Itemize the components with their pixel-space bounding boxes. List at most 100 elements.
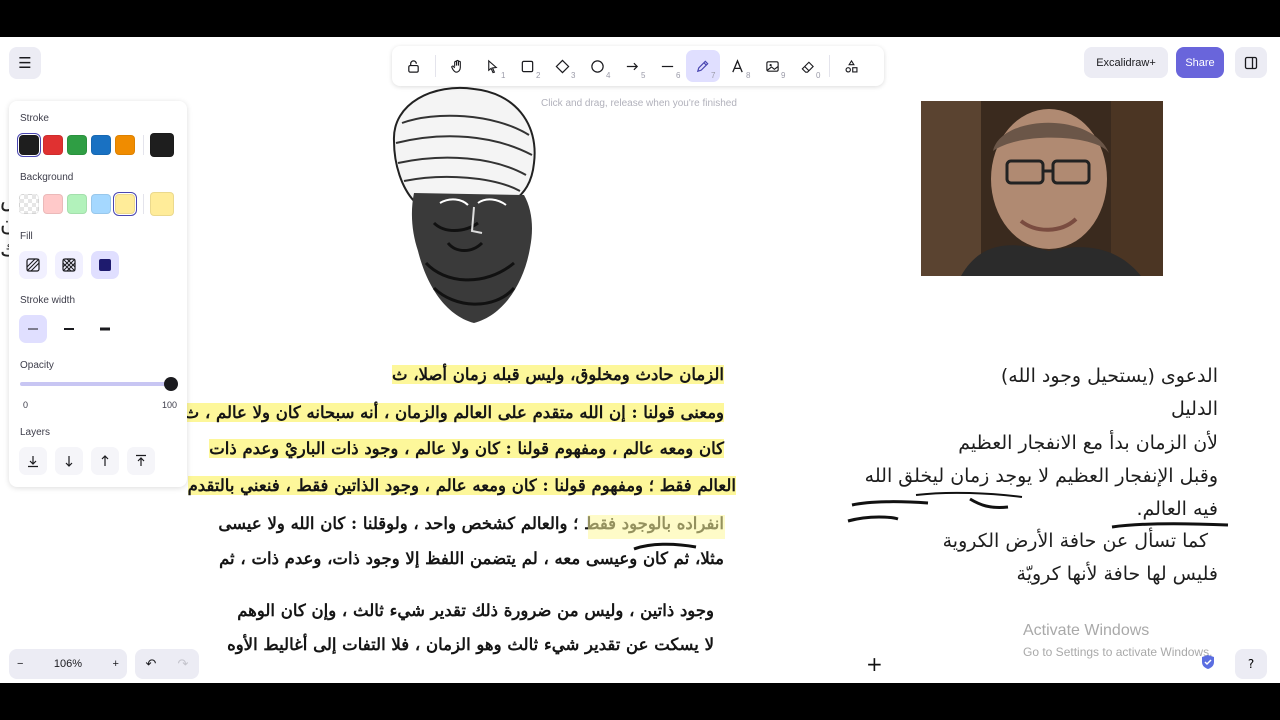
zoom-out-button[interactable]: − (17, 658, 23, 670)
highlight-mark (588, 515, 725, 539)
stroke-swatch-green[interactable] (67, 135, 87, 155)
arrow-up-icon (101, 455, 109, 466)
excalidraw-plus-button[interactable]: Excalidraw+ (1084, 47, 1168, 78)
extra-tools-button[interactable] (835, 50, 869, 82)
zoom-in-button[interactable]: + (113, 658, 119, 670)
arrow-down-icon (65, 456, 73, 467)
diamond-tool-button[interactable]: 3 (546, 50, 580, 82)
background-color-row (19, 192, 178, 216)
question-mark-icon: ? (1247, 657, 1255, 671)
send-to-back-icon (28, 456, 38, 468)
tool-shortcut-number: 4 (606, 71, 611, 80)
background-swatch-pink[interactable] (43, 194, 63, 214)
background-swatch-green[interactable] (67, 194, 87, 214)
opacity-max-label: 100 (162, 400, 178, 410)
tool-shortcut-number: 6 (676, 71, 681, 80)
help-button[interactable]: ? (1235, 649, 1267, 679)
selection-tool-button[interactable]: 1 (476, 50, 510, 82)
opacity-slider-track[interactable] (20, 382, 178, 386)
toolbar-divider (435, 55, 436, 77)
activate-windows-title: Activate Windows (1023, 622, 1150, 639)
scan-line-text: كان ومعه عالم ، ومفهوم قولنا : كان ولا ع… (209, 439, 724, 458)
shield-icon (1201, 654, 1215, 670)
rectangle-icon (521, 60, 534, 72)
scan-line-4: العالم فقط ؛ ومفهوم قولنا : كان ومعه عال… (187, 476, 736, 495)
opacity-min-label: 0 (23, 400, 29, 410)
stroke-width-extra-bold-button[interactable] (91, 315, 119, 343)
circle-icon (591, 59, 604, 73)
scan-line-2: ومعنى قولنا : إن الله متقدم على العالم و… (183, 403, 724, 422)
hamburger-icon: ☰ (18, 54, 32, 72)
fill-style-row (19, 251, 127, 279)
stroke-swatch-red[interactable] (43, 135, 63, 155)
lock-icon (408, 59, 419, 73)
library-sidebar-button[interactable] (1235, 47, 1267, 78)
activate-windows-subtitle: Go to Settings to activate Windows. (1023, 645, 1213, 659)
rectangle-tool-button[interactable]: 2 (511, 50, 545, 82)
fill-hachure-button[interactable] (19, 251, 47, 279)
properties-panel: Stroke Background Fill Stroke width Opac… (9, 101, 187, 487)
send-to-back-button[interactable] (19, 447, 47, 475)
eraser-tool-button[interactable]: 0 (791, 50, 825, 82)
ellipse-tool-button[interactable]: 4 (581, 50, 615, 82)
toolbar-divider (829, 55, 830, 77)
scan-line-8: لا يسكت عن تقدير شيء ثالث وهو الزمان ، ف… (227, 635, 714, 654)
arrow-tool-button[interactable]: 5 (616, 50, 650, 82)
send-backward-button[interactable] (55, 447, 83, 475)
scan-line-7: وجود ذاتين ، وليس من ضرورة ذلك تقدير شيء… (237, 601, 714, 620)
stroke-width-thin-button[interactable] (19, 315, 47, 343)
tool-shortcut-number: 2 (536, 71, 541, 80)
share-button[interactable]: Share (1176, 47, 1224, 78)
tool-shortcut-number: 7 (711, 71, 716, 80)
bring-forward-button[interactable] (91, 447, 119, 475)
tool-shortcut-number: 1 (501, 71, 506, 80)
scan-line-1: الزمان حادث ومخلوق، وليس قبله زمان أصلا،… (391, 365, 724, 384)
main-menu-button[interactable]: ☰ (9, 47, 41, 79)
background-swatch-yellow[interactable] (113, 192, 137, 216)
scan-line-text: وجود ذاتين ، وليس من ضرورة ذلك تقدير شيء… (237, 601, 714, 620)
background-label: Background (20, 172, 74, 183)
opacity-slider-handle[interactable] (164, 377, 178, 391)
text-tool-button[interactable]: 8 (721, 50, 755, 82)
stroke-width-label: Stroke width (20, 295, 76, 306)
pointer-icon (488, 59, 498, 73)
draw-tool-button[interactable]: 7 (685, 50, 720, 82)
stroke-current-color[interactable] (150, 133, 174, 157)
excalidraw-canvas[interactable]: صنك الزمان حادث ومخلوق، وليس قبله زمان أ… (0, 37, 1280, 683)
image-icon (766, 60, 779, 72)
background-current-color[interactable] (150, 192, 174, 216)
hand-tool-button[interactable] (441, 50, 475, 82)
solid-fill-icon (99, 259, 111, 271)
fill-solid-button[interactable] (91, 251, 119, 279)
tool-shortcut-number: 9 (781, 71, 786, 80)
line-tool-button[interactable]: 6 (651, 50, 685, 82)
note-no-edge: فليس لها حافة لأنها كرويّة (1016, 563, 1218, 585)
tool-shortcut-number: 3 (571, 71, 576, 80)
underline-stroke (633, 542, 697, 551)
redo-icon[interactable]: ↷ (178, 657, 189, 672)
background-swatch-transparent[interactable] (19, 194, 39, 214)
note-before-big-bang: وقبل الإنفجار العظيم لا يوجد زمان ليخلق … (864, 465, 1218, 487)
background-swatch-blue[interactable] (91, 194, 111, 214)
stroke-swatch-blue[interactable] (91, 135, 111, 155)
lock-tool-button[interactable] (397, 50, 431, 82)
bring-to-front-button[interactable] (127, 447, 155, 475)
scan-line-text: لا يسكت عن تقدير شيء ثالث وهو الزمان ، ف… (227, 635, 714, 654)
swatch-divider (143, 135, 144, 155)
zoom-controls: − 106% + (9, 649, 127, 679)
portrait-photo (921, 101, 1163, 276)
stroke-width-bold-button[interactable] (55, 315, 83, 343)
shapes-icon (845, 59, 858, 73)
undo-icon[interactable]: ↶ (146, 657, 157, 672)
tool-hint-text: Click and drag, release when you're fini… (541, 98, 737, 109)
thin-line-icon (28, 328, 38, 330)
fill-cross-hatch-button[interactable] (55, 251, 83, 279)
zoom-level[interactable]: 106% (54, 658, 82, 670)
eraser-icon (801, 60, 814, 73)
image-tool-button[interactable]: 9 (756, 50, 790, 82)
hachure-icon (26, 258, 40, 272)
stroke-swatch-black[interactable] (17, 133, 41, 157)
stroke-swatch-orange[interactable] (115, 135, 135, 155)
stroke-width-row (19, 315, 127, 343)
diamond-icon (555, 59, 570, 73)
